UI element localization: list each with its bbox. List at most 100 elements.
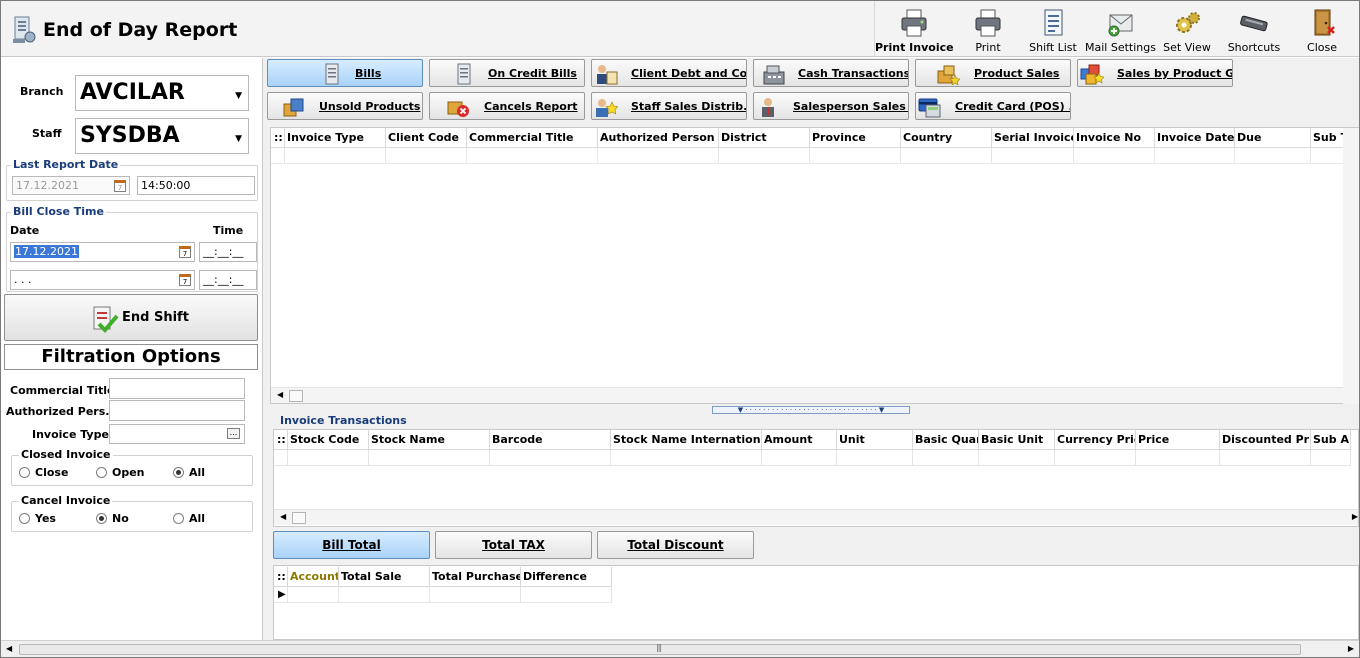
bill-close-time-to[interactable]: __:__:__ bbox=[199, 270, 257, 290]
tab-bill-total-label: Bill Total bbox=[322, 538, 381, 552]
closed-invoice-close-radio[interactable] bbox=[19, 467, 30, 478]
tab-total-tax[interactable]: Total TAX bbox=[435, 531, 592, 559]
on-credit-bills-label: On Credit Bills bbox=[488, 67, 577, 80]
bills-button[interactable]: Bills bbox=[267, 59, 423, 87]
cancel-invoice-all-radio[interactable] bbox=[173, 513, 184, 524]
client-debt-icon bbox=[597, 65, 618, 85]
branch-select[interactable]: AVCILAR ▼ bbox=[75, 75, 249, 111]
cancel-report-icon bbox=[447, 101, 469, 117]
bill-close-time-to-value: __:__:__ bbox=[203, 273, 244, 286]
authorized-person-input[interactable] bbox=[109, 400, 245, 421]
transactions-grid-hscroll[interactable]: ◀ ▶ bbox=[274, 509, 1358, 525]
col-basic-unit[interactable]: Basic Unit bbox=[979, 430, 1055, 450]
scroll-thumb[interactable] bbox=[289, 390, 303, 402]
col-stock-code[interactable]: Stock Code bbox=[288, 430, 369, 450]
sales-by-product-group-button[interactable]: Sales by Product G... bbox=[1077, 59, 1233, 87]
product-sales-button[interactable]: Product Sales bbox=[915, 59, 1071, 87]
last-report-date-field[interactable]: 17.12.2021 7 bbox=[12, 176, 130, 195]
print-button[interactable]: Print bbox=[955, 1, 1021, 57]
last-report-time-field[interactable]: 14:50:00 bbox=[137, 176, 255, 195]
shift-list-button[interactable]: Shift List bbox=[1023, 1, 1083, 57]
col-province[interactable]: Province bbox=[810, 128, 901, 148]
closed-invoice-all-radio[interactable] bbox=[173, 467, 184, 478]
bill-close-time-from[interactable]: __:__:__ bbox=[199, 242, 257, 262]
closed-invoice-open-radio[interactable] bbox=[96, 467, 107, 478]
col-total-sale[interactable]: Total Sale bbox=[339, 567, 430, 587]
set-view-button[interactable]: Set View bbox=[1157, 1, 1217, 57]
end-shift-button[interactable]: End Shift bbox=[4, 294, 258, 341]
cancel-invoice-yes-label: Yes bbox=[35, 512, 56, 525]
time-column-label: Time bbox=[213, 224, 244, 237]
scroll-left-icon[interactable]: ◀ bbox=[280, 512, 286, 521]
unsold-products-button[interactable]: Unsold Products bbox=[267, 92, 423, 120]
branch-value: AVCILAR bbox=[80, 80, 185, 105]
col-unit[interactable]: Unit bbox=[837, 430, 913, 450]
col-invoice-type[interactable]: Invoice Type bbox=[285, 128, 386, 148]
bill-close-date-from[interactable]: 17.12.2021 7 bbox=[10, 242, 195, 262]
tab-total-discount[interactable]: Total Discount bbox=[597, 531, 754, 559]
mail-settings-button[interactable]: Mail Settings bbox=[1085, 1, 1156, 57]
col-total-purchase[interactable]: Total Purchase bbox=[430, 567, 521, 587]
col-difference[interactable]: Difference bbox=[521, 567, 612, 587]
sales-by-product-group-label: Sales by Product G... bbox=[1117, 67, 1232, 80]
col-barcode[interactable]: Barcode bbox=[490, 430, 611, 450]
col-amount[interactable]: Amount bbox=[762, 430, 837, 450]
staff-sales-distribution-button[interactable]: Staff Sales Distrib... bbox=[591, 92, 747, 120]
invoice-type-browse-button[interactable]: ... bbox=[227, 428, 240, 439]
bill-close-date-to[interactable]: . . . 7 bbox=[10, 270, 195, 290]
scroll-thumb[interactable] bbox=[292, 512, 306, 524]
tab-bill-total[interactable]: Bill Total bbox=[273, 531, 430, 559]
col-invoice-date[interactable]: Invoice Date bbox=[1155, 128, 1235, 148]
invoice-grid-vscroll[interactable] bbox=[1343, 128, 1359, 404]
cancels-report-button[interactable]: Cancels Report bbox=[429, 92, 585, 120]
col-stock-name-international[interactable]: Stock Name International bbox=[611, 430, 762, 450]
col-sub-amount[interactable]: Sub A bbox=[1311, 430, 1351, 450]
commercial-title-input[interactable] bbox=[109, 378, 245, 399]
col-discounted-price[interactable]: Discounted Pric bbox=[1220, 430, 1311, 450]
salesperson-sales-button[interactable]: Salesperson Sales ... bbox=[753, 92, 909, 120]
calendar-icon[interactable]: 7 bbox=[179, 274, 191, 286]
shortcuts-button[interactable]: Shortcuts bbox=[1219, 1, 1289, 57]
branch-label: Branch bbox=[20, 85, 64, 98]
staff-select[interactable]: SYSDBA ▼ bbox=[75, 118, 249, 154]
table-row[interactable]: ▶ bbox=[274, 587, 612, 603]
table-row[interactable] bbox=[274, 450, 1351, 466]
close-button[interactable]: Close bbox=[1291, 1, 1353, 57]
col-invoice-no[interactable]: Invoice No bbox=[1074, 128, 1155, 148]
cancel-invoice-yes-radio[interactable] bbox=[19, 513, 30, 524]
col-currency-price[interactable]: Currency Pric bbox=[1055, 430, 1136, 450]
calendar-icon[interactable]: 7 bbox=[179, 246, 191, 258]
credit-card-pos-button[interactable]: Credit Card (POS) ... bbox=[915, 92, 1071, 120]
invoice-grid-hscroll[interactable]: ◀ ▶ bbox=[271, 387, 1358, 403]
col-client-code[interactable]: Client Code bbox=[386, 128, 467, 148]
on-credit-bills-button[interactable]: On Credit Bills bbox=[429, 59, 585, 87]
table-row[interactable] bbox=[271, 148, 1351, 164]
left-panel: Branch AVCILAR ▼ Staff SYSDBA ▼ Last Rep… bbox=[1, 58, 263, 640]
col-due[interactable]: Due bbox=[1235, 128, 1311, 148]
grid-splitter[interactable]: ▼ · · · · · · · · · · · · · · · · · · · … bbox=[712, 406, 910, 414]
transactions-title: Invoice Transactions bbox=[280, 414, 407, 427]
col-stock-name[interactable]: Stock Name bbox=[369, 430, 490, 450]
row-pointer-icon: ▶ bbox=[278, 589, 286, 600]
scroll-right-icon[interactable]: ▶ bbox=[1348, 644, 1354, 653]
print-invoice-button[interactable]: Print Invoice bbox=[875, 1, 954, 57]
cancel-invoice-no-radio[interactable] bbox=[96, 513, 107, 524]
col-account[interactable]: Account bbox=[288, 567, 339, 587]
scroll-left-icon[interactable]: ◀ bbox=[277, 390, 283, 399]
col-basic-quantity[interactable]: Basic Quan bbox=[913, 430, 979, 450]
col-commercial-title[interactable]: Commercial Title bbox=[467, 128, 598, 148]
unsold-products-label: Unsold Products bbox=[319, 100, 421, 113]
credit-bills-icon bbox=[457, 63, 471, 85]
col-authorized-person[interactable]: Authorized Person bbox=[598, 128, 719, 148]
col-district[interactable]: District bbox=[719, 128, 810, 148]
cash-transactions-button[interactable]: Cash Transactions bbox=[753, 59, 909, 87]
invoice-type-input[interactable] bbox=[109, 424, 245, 444]
col-serial-invoice[interactable]: Serial Invoice bbox=[992, 128, 1074, 148]
scroll-right-icon[interactable]: ▶ bbox=[1352, 512, 1358, 521]
col-country[interactable]: Country bbox=[901, 128, 992, 148]
main-hscroll[interactable]: ◀ ||| ▶ bbox=[1, 640, 1359, 657]
bill-close-date-to-value: . . . bbox=[14, 273, 32, 286]
client-debt-button[interactable]: Client Debt and Col... bbox=[591, 59, 747, 87]
col-price[interactable]: Price bbox=[1136, 430, 1220, 450]
scroll-left-icon[interactable]: ◀ bbox=[6, 644, 12, 653]
